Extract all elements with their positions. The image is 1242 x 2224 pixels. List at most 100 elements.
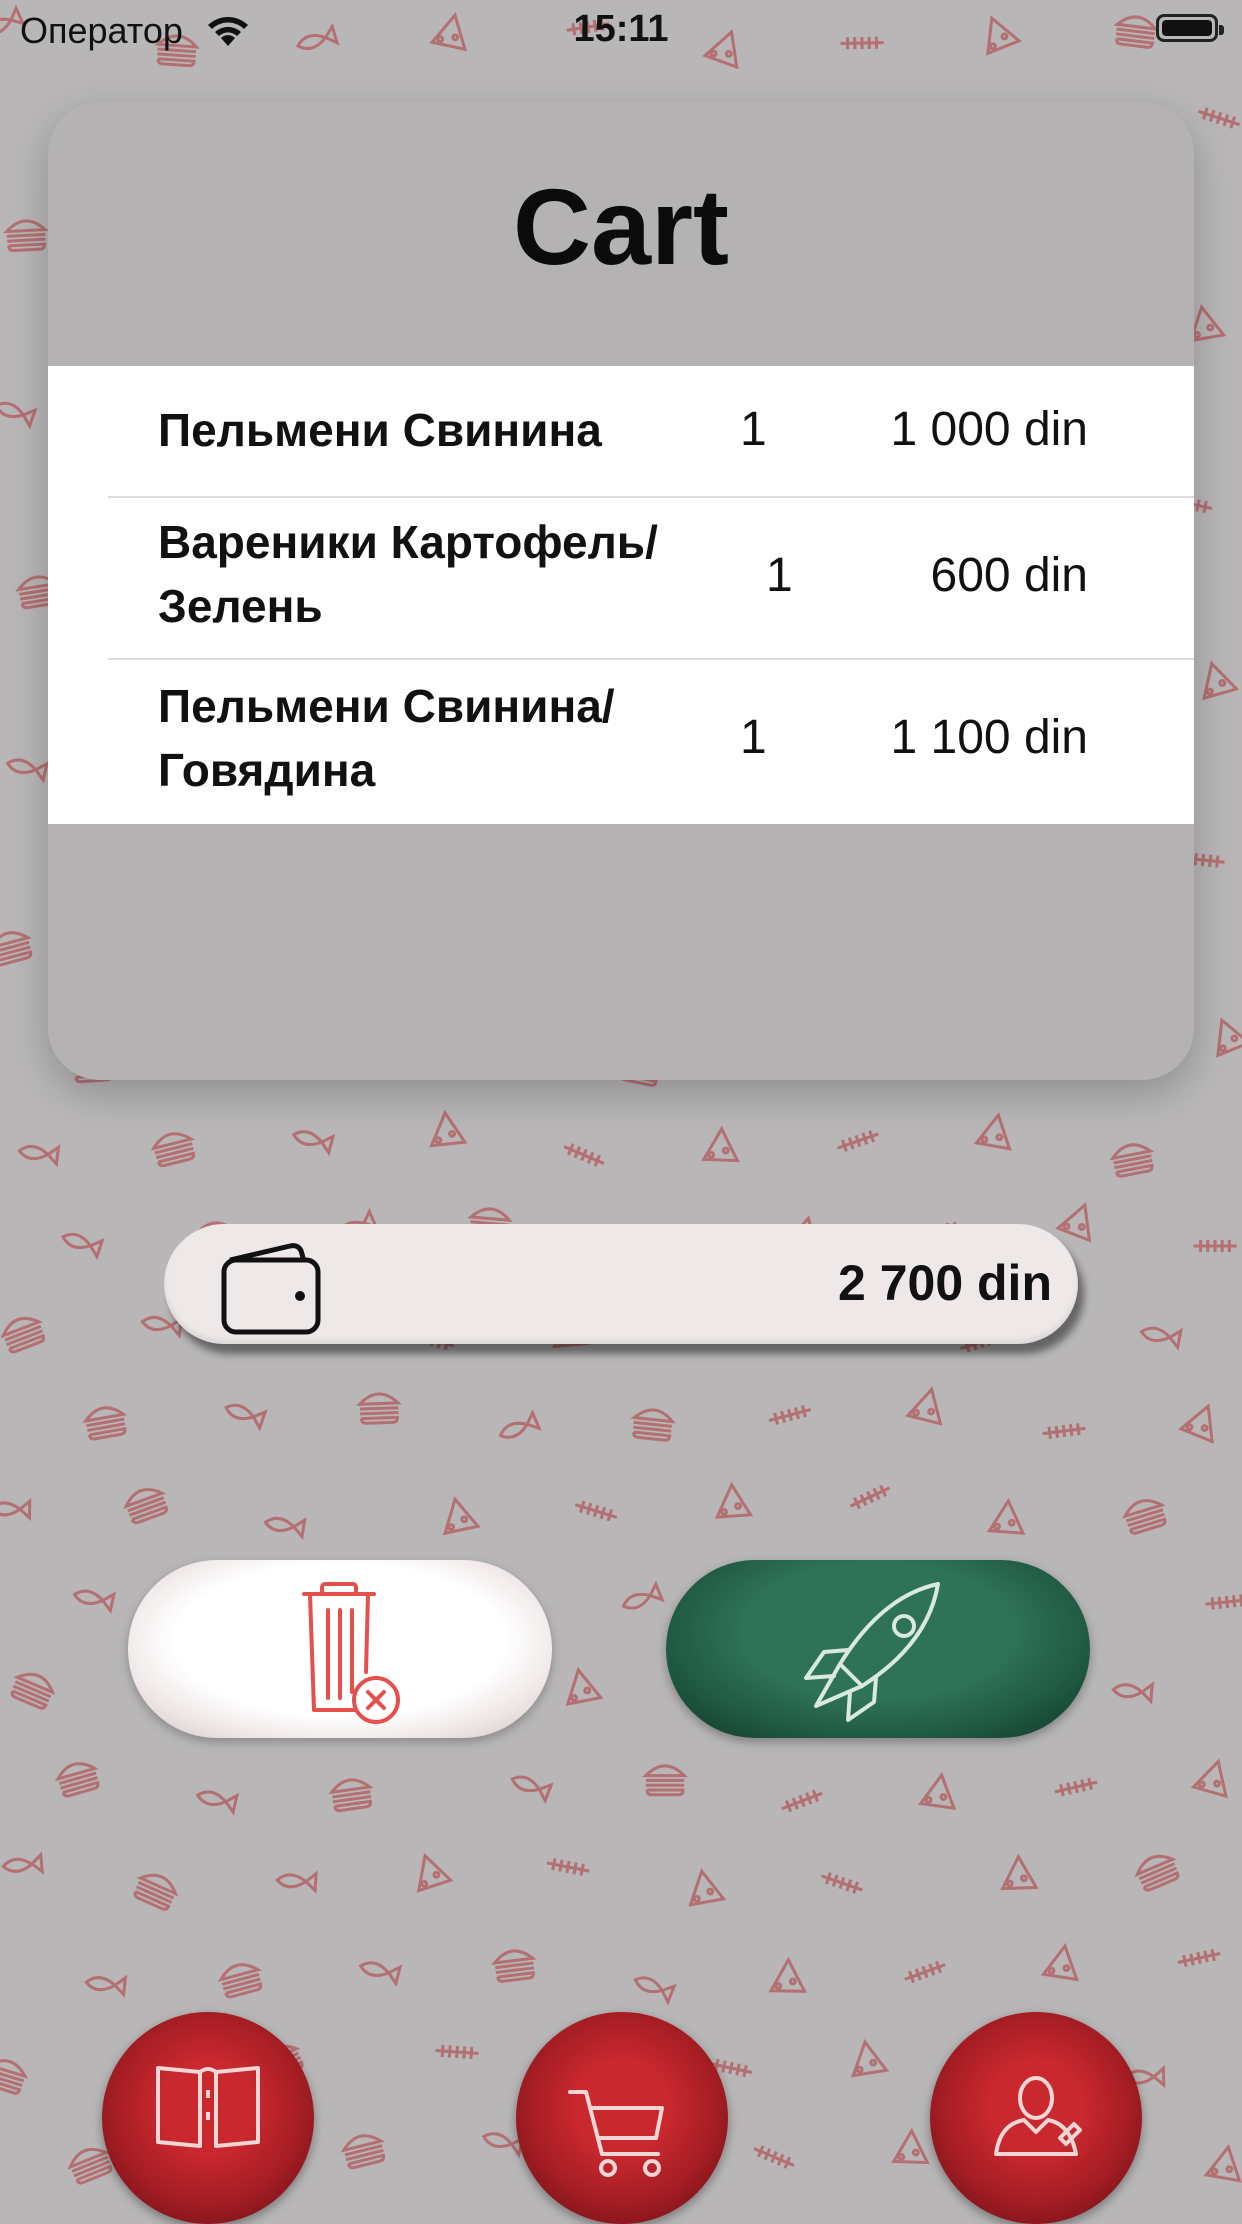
kebab-doodle [837,1130,879,1152]
pizza-doodle [701,1125,740,1163]
burger-doodle [82,1406,128,1441]
burger-doodle [356,1392,402,1425]
pizza-doodle [891,2127,930,2165]
pizza-doodle [1178,1403,1214,1444]
kebab-doodle [435,2044,479,2060]
total-pill: 2 700 din [164,1224,1078,1344]
cart-item-price: 600 din [930,549,1088,602]
burger-doodle [328,1778,374,1813]
tab-cart[interactable] [516,2012,728,2224]
cart-item-price: 1 000 din [890,403,1088,456]
kebab-doodle [1042,1423,1086,1439]
fish-doodle [633,1976,677,2006]
kebab-doodle [821,1872,863,1894]
burger-doodle [0,931,33,967]
pizza-doodle [1202,660,1240,701]
burger-doodle [630,1408,676,1442]
kebab-doodle [546,1858,590,1876]
burger-doodle [1121,1499,1167,1535]
status-time: 15:11 [573,8,669,50]
rocket-icon [804,1582,940,1722]
pizza-doodle [1190,1758,1228,1799]
fish-doodle [1,1851,45,1875]
pizza-doodle [1000,1853,1039,1891]
kebab-doodle [1177,1948,1221,1968]
fish-doodle [621,1580,665,1610]
pizza-doodle [565,1667,604,1706]
order-button[interactable] [666,1560,1090,1738]
burger-doodle [1134,1854,1180,1892]
status-bar: Оператор 15:11 [0,0,1242,64]
pizza-doodle [768,1956,808,1993]
fish-doodle [1139,1326,1183,1351]
pizza-doodle [1055,1202,1092,1243]
kebab-doodle [781,1789,823,1813]
fish-doodle [275,1870,318,1894]
cart-table: Пельмени Свинина 1 1 000 din Вареники Ка… [48,366,1194,824]
pizza-doodle [1040,1942,1079,1982]
pizza-doodle [851,2038,890,2078]
pizza-doodle [1216,1017,1242,1058]
burger-doodle [217,1963,263,1999]
burger-doodle [1109,1143,1155,1178]
fish-doodle [263,1516,307,1541]
kebab-doodle [1193,1239,1237,1253]
cart-item-qty: 1 [740,403,767,456]
cart-row[interactable]: Вареники Картофель/ Зелень 1 600 din [108,498,1194,660]
cart-item-name: Пельмени Свинина/ Говядина [158,680,615,796]
fish-doodle [5,758,50,784]
pizza-doodle [904,1386,943,1426]
fish-doodle [291,1130,336,1157]
cart-row[interactable]: Пельмени Свинина 1 1 000 din [108,366,1194,498]
burger-doodle [150,1132,196,1168]
burger-doodle [10,1672,56,1710]
burger-doodle [0,2059,29,2095]
cart-card: Cart Пельмени Свинина 1 1 000 din Варени… [48,102,1194,1080]
fish-doodle [195,1790,240,1816]
clear-cart-button[interactable] [128,1560,552,1738]
battery-icon [1156,14,1224,42]
fish-doodle [358,1961,403,1987]
kebab-doodle [849,1484,891,1510]
kebab-doodle [904,1960,946,1984]
burger-doodle [491,1949,537,1983]
cart-item-name: Вареники Картофель/ Зелень [158,516,658,632]
fish-doodle [17,1144,61,1168]
kebab-doodle [563,1143,605,1167]
tab-menu[interactable] [102,2012,314,2224]
fish-doodle [0,401,38,430]
kebab-doodle [574,1500,618,1522]
burger-doodle [340,2134,386,2170]
kebab-doodle [753,2145,795,2169]
burger-doodle [54,1762,100,1798]
fish-doodle [61,1232,105,1261]
fish-doodle [224,1403,268,1432]
pizza-doodle [973,1111,1012,1151]
cart-item-qty: 1 [740,711,767,764]
pizza-doodle [917,1771,957,1811]
burger-doodle [133,1873,179,1911]
trash-clear-icon [302,1582,400,1724]
burger-doodle [0,1317,46,1354]
tab-profile[interactable] [930,2012,1142,2224]
total-amount: 2 700 din [838,1255,1052,1311]
burger-doodle [3,219,49,252]
pizza-doodle [714,1481,754,1519]
cart-row[interactable]: Пельмени Свинина/ Говядина 1 1 100 din [108,660,1194,824]
wallet-icon [221,1243,321,1335]
fish-doodle [510,1775,554,1805]
cart-title: Cart [512,166,730,287]
pizza-doodle [442,1496,481,1536]
kebab-doodle [1205,1594,1242,1610]
cart-item-price: 1 100 din [890,711,1088,764]
pizza-doodle [688,1867,727,1907]
profile-icon [994,2076,1082,2156]
pizza-doodle [429,1109,468,1148]
fish-doodle [498,1409,542,1439]
pizza-doodle [416,1852,454,1893]
kebab-doodle [768,1405,812,1425]
pizza-doodle [1203,2143,1242,2183]
burger-doodle [642,1764,688,1797]
cart-item-name: Пельмени Свинина [158,404,602,456]
cart-item-qty: 1 [766,549,793,602]
